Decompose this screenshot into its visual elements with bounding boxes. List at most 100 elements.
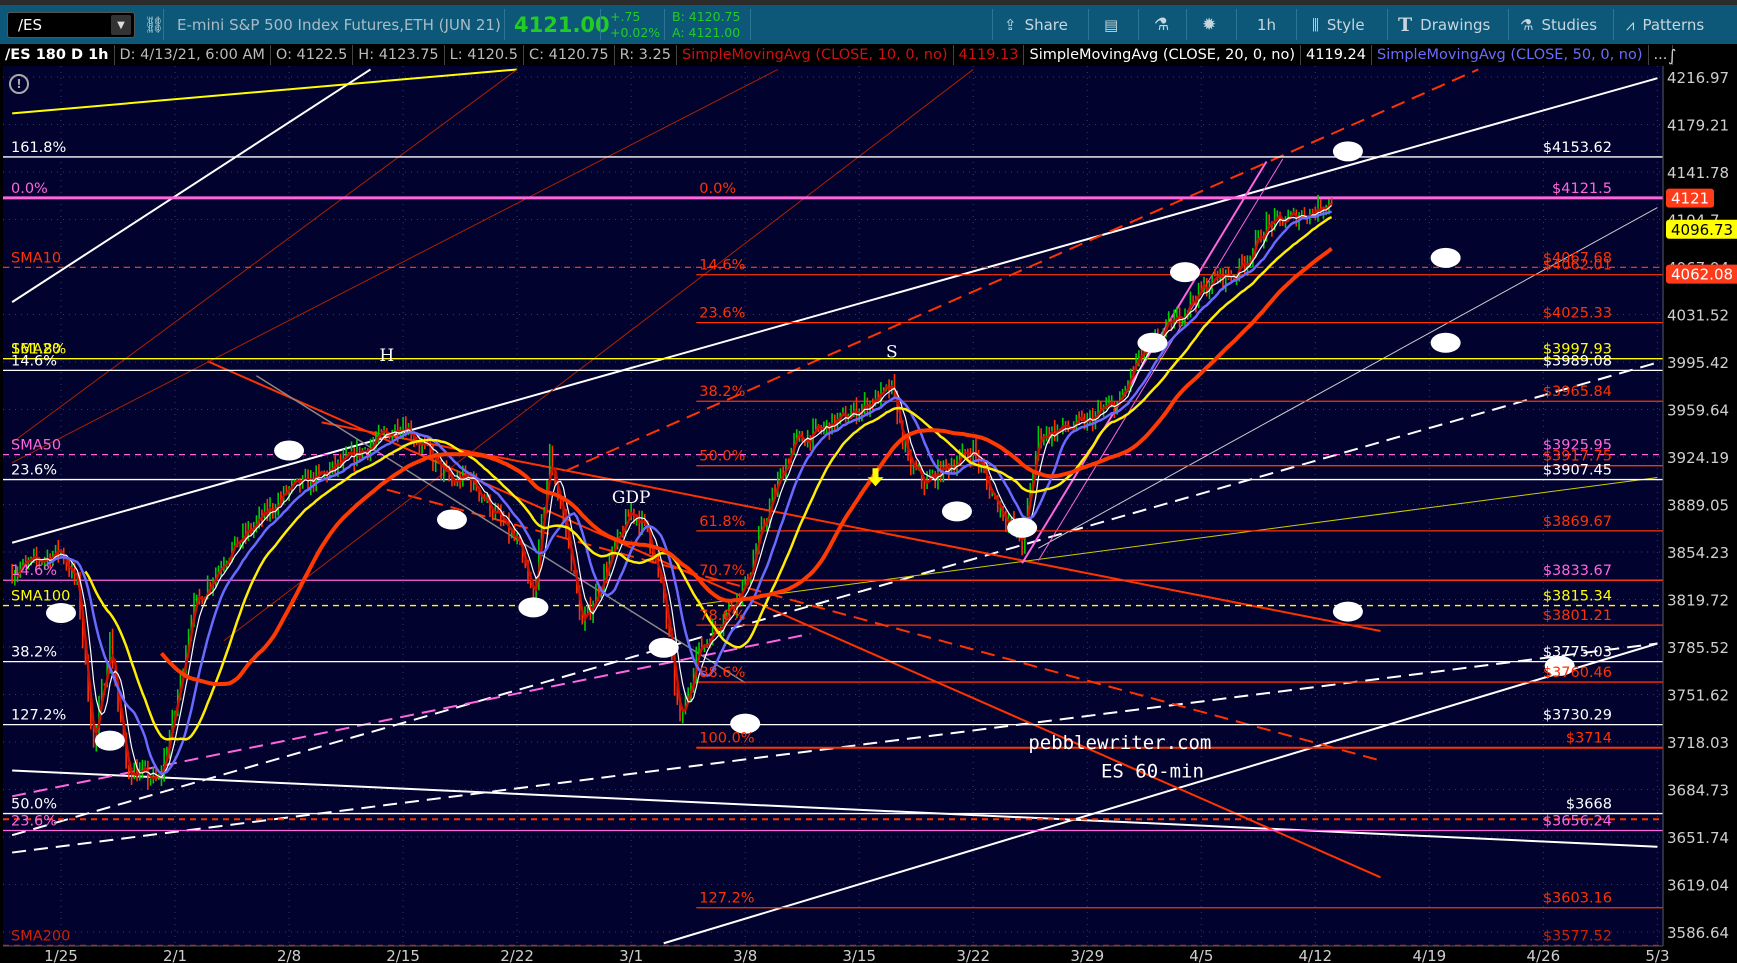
trendline [663,642,1658,945]
price-level-left-label: SMA200 [11,928,70,944]
circle-marker [941,501,972,522]
x-tick-label: 3/8 [733,947,757,963]
y-tick-label: 4216.97 [1667,69,1729,87]
price-level-left-label: 38.2% [11,645,57,661]
price-level-right-label: $4062.01 [1543,258,1612,274]
price-level-left-label: 23.6% [11,814,57,830]
price-level-right-label: $4153.62 [1543,140,1612,156]
circle-marker [648,637,679,658]
x-tick-label: 3/29 [1070,947,1104,963]
price-level-mid-label: 0.0% [699,181,736,197]
chart-annotation: H [379,346,394,366]
price-level-mid-label: 61.8% [699,514,745,530]
x-tick-label: 5/3 [1645,947,1669,963]
price-level-mid-label: 23.6% [699,306,745,322]
trendline [1021,161,1268,564]
trendline [696,476,1658,606]
price-level-left-label: 14.6% [11,563,57,579]
y-tick-label: 3785.52 [1667,639,1729,657]
circle-marker [1170,262,1201,283]
y-tick-label: 3959.64 [1667,402,1729,420]
x-tick-label: 4/12 [1298,947,1332,963]
chart-annotation: pebblewriter.com [1028,732,1211,754]
price-chart[interactable]: H S GDP pebblewriter.com ES 60-min 4216.97 417… [0,0,1737,963]
price-level-mid-label: 78.6% [699,608,745,624]
price-level-mid-label: 50.0% [699,449,745,465]
trendline [11,69,778,464]
price-level-right-label: $3668 [1566,797,1612,813]
x-tick-label: 2/22 [500,947,534,963]
circle-marker [94,730,125,751]
price-level-right-label: $3801.21 [1543,608,1612,624]
price-level-left-label: SMA50 [11,438,61,454]
chart-annotation: GDP [612,488,651,508]
price-level-left-label: 23.6% [11,463,57,479]
y-tick-label: 3995.42 [1667,354,1729,372]
x-tick-label: 4/19 [1413,947,1447,963]
y-tick-label: 3889.05 [1667,497,1729,515]
price-level-left-label: SMA10 [11,250,61,266]
chart-annotation: S [886,342,898,362]
y-tick-label: 3586.64 [1667,924,1729,942]
circle-marker [1007,517,1038,538]
y-tick-label: 3651.74 [1667,829,1729,847]
trendline [12,769,1658,848]
price-level-mid-label: 100.0% [699,731,754,747]
circle-marker [274,440,305,461]
price-level-mid-label: 88.6% [699,665,745,681]
x-tick-label: 4/5 [1189,947,1213,963]
x-tick-label: 3/1 [619,947,643,963]
price-level-right-label: $3577.52 [1543,928,1612,944]
circle-marker [1430,332,1461,353]
price-level-right-label: $3869.67 [1543,514,1612,530]
price-level-right-label: $3775.03 [1543,645,1612,661]
trendline [12,68,518,115]
y-tick-label: 3751.62 [1667,687,1729,705]
price-level-left-label: 50.0% [11,797,57,813]
price-level-right-label: $4121.5 [1552,181,1612,197]
circle-marker [518,597,549,618]
x-tick-label: 2/1 [163,947,187,963]
price-level-mid-label: 127.2% [699,891,754,907]
price-badge-label: 4062.08 [1671,266,1733,284]
price-level-left-label: 14.6% [11,353,57,369]
circle-marker [436,509,467,530]
circle-marker [46,602,76,623]
price-level-right-label: $3907.45 [1543,463,1612,479]
x-tick-label: 1/25 [44,947,78,963]
x-tick-label: 3/22 [956,947,990,963]
price-level-mid-label: 70.7% [699,563,745,579]
chart-annotation: ES 60-min [1101,761,1204,783]
y-tick-label: 3718.03 [1667,734,1729,752]
plot-layer: H S GDP pebblewriter.com ES 60-min [3,66,1663,946]
price-level-right-label: $3989.08 [1543,353,1612,369]
y-tick-label: 3854.23 [1667,544,1729,562]
price-level-mid-label: 38.2% [699,384,745,400]
price-level-left-label: 0.0% [11,181,48,197]
trendline [11,361,1658,837]
price-level-right-label: $4025.33 [1543,306,1612,322]
y-tick-label: 3819.72 [1667,592,1729,610]
circle-marker [1332,601,1363,622]
price-level-left-label: SMA100 [11,589,70,605]
price-badge-label: 4121 [1671,190,1709,208]
x-tick-label: 2/15 [386,947,420,963]
price-level-left-label: 127.2% [11,708,66,724]
price-badge-label: 4096.73 [1671,221,1733,239]
y-tick-label: 3924.19 [1667,449,1729,467]
y-tick-label: 3684.73 [1667,782,1729,800]
y-tick-label: 4179.21 [1667,117,1729,135]
circle-marker [1430,247,1461,268]
x-tick-label: 2/8 [277,947,301,963]
price-level-left-label: 161.8% [11,140,66,156]
price-level-right-label: $3965.84 [1543,384,1612,400]
y-tick-label: 3619.04 [1667,877,1729,895]
y-tick-label: 4141.78 [1667,164,1729,182]
price-level-right-label: $3833.67 [1543,563,1612,579]
price-level-right-label: $3730.29 [1543,708,1612,724]
y-tick-label: 4031.52 [1667,307,1729,325]
circle-marker [1332,141,1363,162]
price-level-mid-label: 14.6% [699,258,745,274]
price-level-right-label: $3760.46 [1543,665,1612,681]
x-tick-label: 3/15 [842,947,876,963]
